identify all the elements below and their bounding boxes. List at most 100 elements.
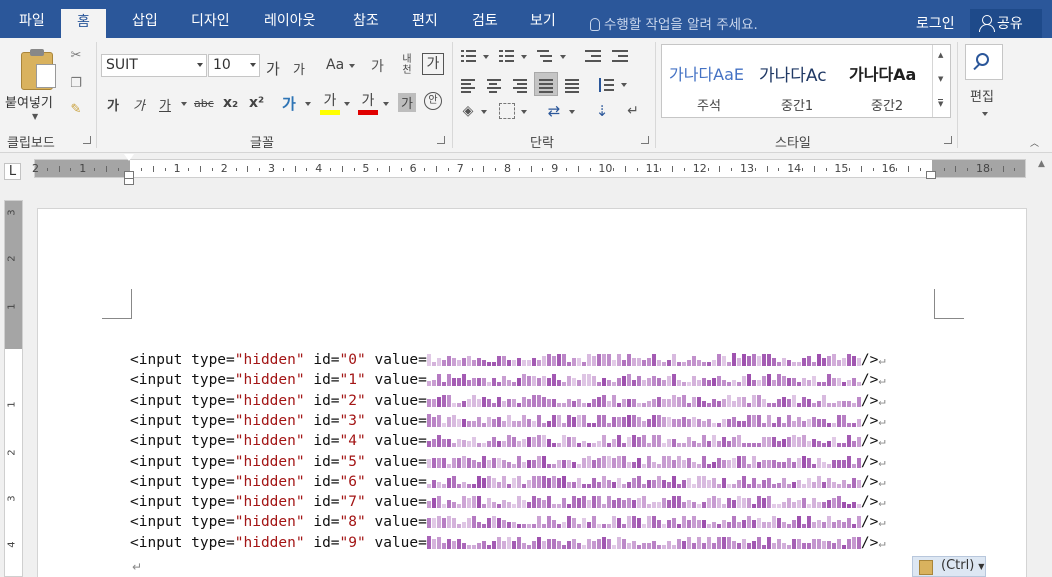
strikethrough-button[interactable]: abc xyxy=(194,97,214,110)
distributed-icon[interactable] xyxy=(563,77,581,93)
change-case-button[interactable]: Aa xyxy=(326,57,344,73)
ruler-number: 13 xyxy=(740,162,754,175)
login-button[interactable]: 로그인 xyxy=(916,13,955,33)
paint-bucket-icon[interactable]: ◈ xyxy=(460,103,476,119)
ruler-tick xyxy=(400,168,402,171)
scroll-up-icon[interactable]: ▲ xyxy=(1038,159,1045,169)
ruler-bar: L 2 1 1 2 3 4 5 6 7 8 9 10 11 12 13 14 15 16 18 xyxy=(0,153,1052,186)
tab-0[interactable]: 파일 xyxy=(19,10,45,30)
chevron-down-icon xyxy=(481,110,487,114)
clipboard-icon xyxy=(919,560,933,575)
ruler-number: 7 xyxy=(456,162,464,175)
shading-button[interactable]: 가 xyxy=(398,93,416,112)
paste-options-button[interactable]: (Ctrl) ▼ xyxy=(912,556,986,577)
format-painter-icon[interactable]: ✎ xyxy=(68,102,84,118)
vruler-number: 1 xyxy=(6,303,18,310)
tab-8[interactable]: 보기 xyxy=(530,10,556,30)
bold-button[interactable]: 가 xyxy=(107,95,119,114)
redacted-value xyxy=(426,514,861,529)
tab-1[interactable]: 홈 xyxy=(61,9,106,38)
vertical-scrollbar[interactable]: ▲ xyxy=(1034,153,1052,577)
line-spacing-icon[interactable] xyxy=(597,77,615,93)
font-launcher-icon[interactable] xyxy=(437,136,445,144)
styles-launcher-icon[interactable] xyxy=(944,136,952,144)
style-item[interactable]: 가나다Aa 중간2 xyxy=(849,45,937,117)
first-line-indent-icon[interactable] xyxy=(124,154,134,161)
code-mid: id= xyxy=(304,453,340,470)
code-end: /> xyxy=(860,514,879,531)
tab-3[interactable]: 디자인 xyxy=(191,10,230,30)
chevron-down-icon xyxy=(349,64,355,68)
tab-4[interactable]: 레이아웃 xyxy=(264,10,316,30)
ruler-tick xyxy=(1002,166,1004,172)
numbering-icon[interactable] xyxy=(497,48,515,64)
subscript-button[interactable]: x₂ xyxy=(223,95,238,111)
font-size-field[interactable]: 10 xyxy=(208,54,260,77)
character-border-button[interactable]: 가 xyxy=(422,53,444,75)
tab-2[interactable]: 삽입 xyxy=(132,10,158,30)
style-item[interactable]: 가나다AaE 주석 xyxy=(669,45,757,117)
ruler-tick xyxy=(990,168,992,171)
align-left-icon[interactable] xyxy=(459,77,477,93)
chevron-down-icon[interactable]: ▼ xyxy=(938,75,943,83)
tab-selector[interactable]: L xyxy=(4,163,21,180)
clear-format-button[interactable]: 가 xyxy=(371,56,384,76)
decrease-indent-icon[interactable] xyxy=(583,48,601,64)
share-button[interactable]: 공유 xyxy=(970,9,1042,38)
vertical-ruler[interactable]: 3 2 1 1 2 3 4 xyxy=(4,200,23,577)
superscript-button[interactable]: x² xyxy=(249,95,264,111)
styles-scrollbar[interactable]: ▲ ▼ ▼ xyxy=(932,45,950,117)
align-center-icon[interactable] xyxy=(485,77,503,93)
bullets-icon[interactable] xyxy=(459,48,477,64)
clipboard-launcher-icon[interactable] xyxy=(83,136,91,144)
asian-layout-icon[interactable]: ⇄ xyxy=(546,103,562,119)
horizontal-ruler[interactable]: 2 1 1 2 3 4 5 6 7 8 9 10 11 12 13 14 15 16 18 xyxy=(32,159,1026,178)
ruler-tick xyxy=(58,166,60,172)
paragraph-launcher-icon[interactable] xyxy=(641,136,649,144)
paragraph-mark: ↵ xyxy=(878,454,886,469)
text-effects-button[interactable]: 가 xyxy=(282,93,296,114)
redacted-value xyxy=(426,433,861,448)
font-name-field[interactable]: SUIT xyxy=(101,54,207,77)
tab-6[interactable]: 편지 xyxy=(412,10,438,30)
editing-button[interactable] xyxy=(965,44,1003,80)
grow-font-button[interactable]: 가 xyxy=(266,58,280,79)
increase-indent-icon[interactable] xyxy=(610,48,628,64)
chevron-up-icon[interactable]: ▲ xyxy=(938,51,943,59)
font-color-button[interactable]: 가 xyxy=(358,90,378,115)
copy-icon[interactable]: ❐ xyxy=(68,76,84,92)
vruler-number: 2 xyxy=(6,255,18,262)
style-item[interactable]: 가나다Ac 중간1 xyxy=(759,45,847,117)
align-right-icon[interactable] xyxy=(511,77,529,93)
right-indent-icon[interactable] xyxy=(926,171,936,179)
collapse-ribbon-icon[interactable]: ︿ xyxy=(1030,136,1039,149)
underline-button[interactable]: 가 xyxy=(159,95,171,114)
tell-me-box[interactable]: 수행할 작업을 알려 주세요. xyxy=(590,13,758,33)
enclose-char-button[interactable]: 안 xyxy=(424,92,442,110)
group-label-paragraph: 단락 xyxy=(530,136,554,151)
more-styles-icon[interactable]: ▼ xyxy=(938,99,944,108)
group-label-clipboard: 클립보드 xyxy=(7,136,55,151)
code-mid: id= xyxy=(304,433,340,450)
italic-button[interactable]: 가 xyxy=(133,95,145,114)
multilevel-list-icon[interactable] xyxy=(535,48,553,64)
hanging-indent-icon[interactable] xyxy=(124,171,134,178)
cut-icon[interactable]: ✂ xyxy=(68,48,84,64)
group-divider xyxy=(655,42,656,148)
ruler-tick xyxy=(802,168,803,171)
paste-button[interactable]: 붙여넣기 ▼ xyxy=(2,42,66,126)
ruler-tick xyxy=(330,168,331,171)
tab-7[interactable]: 검토 xyxy=(472,10,498,30)
phonetic-guide-button[interactable]: 내천 xyxy=(398,54,416,76)
lightbulb-icon xyxy=(590,18,600,31)
tab-5[interactable]: 참조 xyxy=(353,10,379,30)
left-indent-icon[interactable] xyxy=(124,178,134,185)
redacted-value xyxy=(426,372,861,387)
sort-icon[interactable]: ⇣ xyxy=(594,103,610,119)
show-marks-icon[interactable]: ↵ xyxy=(625,103,641,119)
highlight-button[interactable]: 가 xyxy=(320,90,340,115)
borders-icon[interactable] xyxy=(499,103,515,119)
paragraph-mark: ↵ xyxy=(132,560,143,574)
shrink-font-button[interactable]: 가 xyxy=(293,59,305,78)
ruler-tick xyxy=(872,168,874,171)
